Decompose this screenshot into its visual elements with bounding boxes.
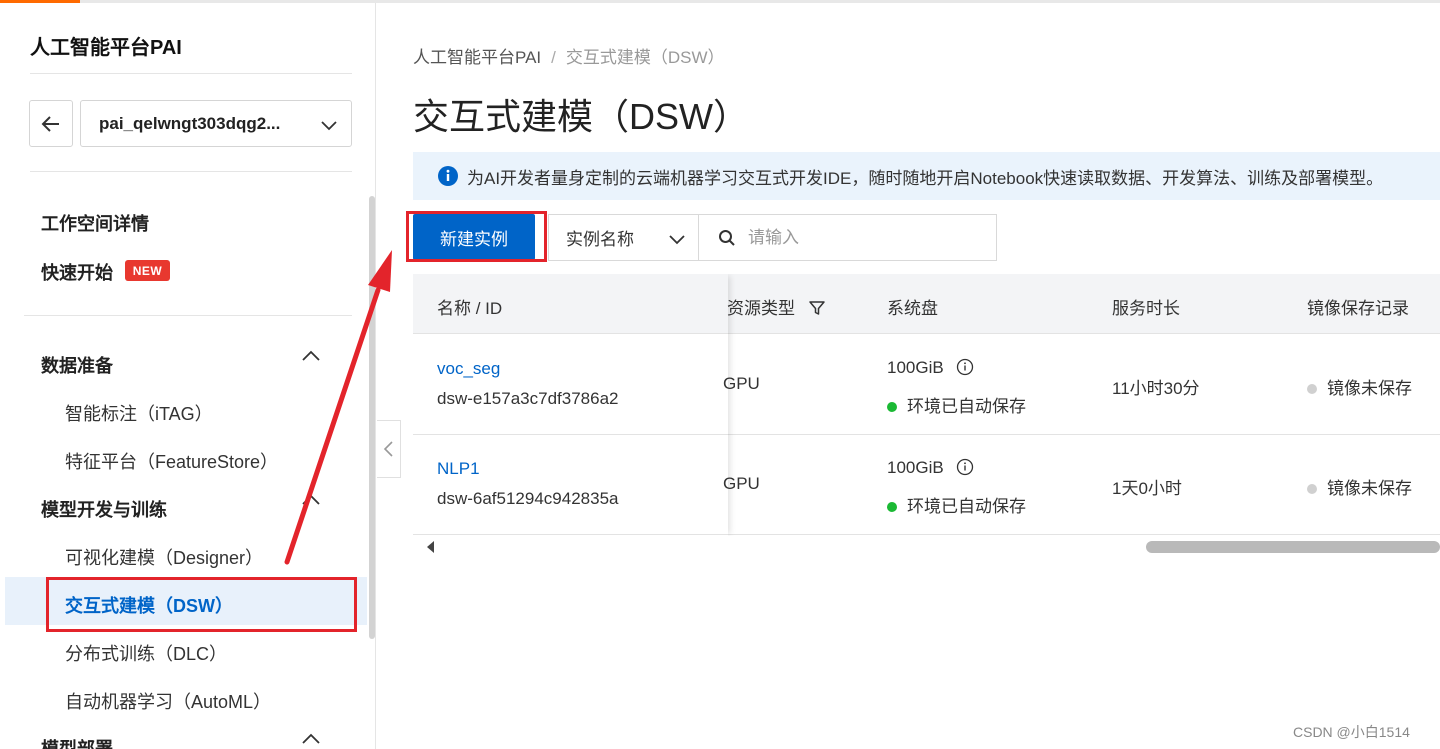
divider xyxy=(30,171,352,172)
arrow-left-icon xyxy=(41,115,59,132)
service-duration: 1天0小时 xyxy=(1112,479,1182,498)
page-title: 交互式建模（DSW） xyxy=(413,96,749,137)
scrollbar-thumb[interactable] xyxy=(1146,541,1440,553)
info-outline-icon[interactable] xyxy=(956,358,974,376)
disk-size-value: 100GiB xyxy=(887,358,944,377)
workspace-select[interactable]: pai_qelwngt303dqg2... xyxy=(80,100,352,147)
instance-id: dsw-e157a3c7df3786a2 xyxy=(437,389,619,408)
funnel-icon[interactable] xyxy=(808,299,826,317)
disk-size: 100GiB xyxy=(887,358,974,378)
disk-status: 环境已自动保存 xyxy=(887,492,1026,517)
breadcrumb-root[interactable]: 人工智能平台PAI xyxy=(413,48,541,67)
new-badge: NEW xyxy=(125,260,170,281)
annotation-box-dsw xyxy=(46,577,357,632)
status-dot-green xyxy=(887,501,897,512)
nav-group-model-dev[interactable]: 模型开发与训练 xyxy=(41,496,167,522)
chevron-up-icon[interactable] xyxy=(300,729,322,749)
search-icon xyxy=(719,229,735,246)
disk-size-value: 100GiB xyxy=(887,458,944,477)
sidebar-title: 人工智能平台PAI xyxy=(30,37,182,59)
image-status: 镜像未保存 xyxy=(1307,474,1412,499)
breadcrumb: 人工智能平台PAI / 交互式建模（DSW） xyxy=(413,43,725,68)
col-header-resource: 资源类型 xyxy=(727,294,826,319)
nav-item-featurestore[interactable]: 特征平台（FeatureStore） xyxy=(65,448,278,474)
nav-group-deploy[interactable]: 模型部署 xyxy=(41,735,113,749)
table-horizontal-scrollbar[interactable] xyxy=(413,537,1440,557)
image-status-text: 镜像未保存 xyxy=(1327,379,1412,398)
col-header-disk: 系统盘 xyxy=(887,299,938,318)
col-header-name: 名称 / ID xyxy=(437,299,503,318)
disk-size: 100GiB xyxy=(887,458,974,478)
scroll-left-arrow-icon[interactable] xyxy=(425,540,435,554)
status-dot-gray xyxy=(1307,383,1317,394)
chevron-down-icon xyxy=(669,235,685,245)
divider xyxy=(30,73,352,74)
nav-quick-start[interactable]: 快速开始 xyxy=(41,259,113,285)
resource-type: GPU xyxy=(723,474,760,493)
nav-item-designer[interactable]: 可视化建模（Designer） xyxy=(65,544,263,570)
watermark: CSDN @小白1514 xyxy=(1293,724,1410,740)
col-header-image: 镜像保存记录 xyxy=(1307,299,1409,318)
nav-item-automl[interactable]: 自动机器学习（AutoML） xyxy=(65,688,271,714)
info-banner: 为AI开发者量身定制的云端机器学习交互式开发IDE，随时随地开启Notebook… xyxy=(413,152,1440,200)
col-header-resource-label: 资源类型 xyxy=(727,299,795,318)
info-outline-icon[interactable] xyxy=(956,458,974,476)
info-icon xyxy=(438,166,458,186)
chevron-down-icon xyxy=(321,121,337,131)
table-row: NLP1 dsw-6af51294c942835a GPU 100GiB 环境已… xyxy=(413,435,1440,535)
search-box[interactable] xyxy=(698,214,997,261)
nav-workspace-detail[interactable]: 工作空间详情 xyxy=(41,210,149,236)
filter-field-select[interactable]: 实例名称 xyxy=(548,214,699,261)
image-status-text: 镜像未保存 xyxy=(1327,479,1412,498)
annotation-box-create xyxy=(406,211,547,262)
disk-status-text: 环境已自动保存 xyxy=(907,497,1026,516)
col-header-duration: 服务时长 xyxy=(1112,299,1180,318)
table-row: voc_seg dsw-e157a3c7df3786a2 GPU 100GiB … xyxy=(413,335,1440,435)
service-duration: 11小时30分 xyxy=(1112,379,1200,398)
chevron-up-icon[interactable] xyxy=(300,490,322,512)
disk-status-text: 环境已自动保存 xyxy=(907,397,1026,416)
chevron-left-icon xyxy=(383,441,393,457)
breadcrumb-separator: / xyxy=(551,48,556,67)
workspace-name: pai_qelwngt303dqg2... xyxy=(99,113,281,133)
sidebar: 人工智能平台PAI pai_qelwngt303dqg2... 工作空间详情 快… xyxy=(0,3,376,749)
instance-id: dsw-6af51294c942835a xyxy=(437,489,619,508)
breadcrumb-current: 交互式建模（DSW） xyxy=(565,48,725,67)
instance-table: 名称 / ID 资源类型 系统盘 服务时长 镜像保存记录 voc_seg dsw… xyxy=(413,274,1440,536)
info-text: 为AI开发者量身定制的云端机器学习交互式开发IDE，随时随地开启Notebook… xyxy=(467,168,1384,188)
nav-group-data-prep[interactable]: 数据准备 xyxy=(41,352,113,378)
search-input[interactable] xyxy=(748,227,968,248)
instance-name-link[interactable]: voc_seg xyxy=(437,359,500,379)
resource-type: GPU xyxy=(723,374,760,393)
disk-status: 环境已自动保存 xyxy=(887,392,1026,417)
status-dot-green xyxy=(887,401,897,412)
sidebar-collapse-button[interactable] xyxy=(377,420,401,478)
image-status: 镜像未保存 xyxy=(1307,374,1412,399)
back-button[interactable] xyxy=(29,100,73,147)
filter-selected: 实例名称 xyxy=(566,230,634,249)
nav-item-itag[interactable]: 智能标注（iTAG） xyxy=(65,400,213,426)
nav-item-dlc[interactable]: 分布式训练（DLC） xyxy=(65,640,227,666)
instance-name-link[interactable]: NLP1 xyxy=(437,459,480,479)
table-header: 名称 / ID 资源类型 系统盘 服务时长 镜像保存记录 xyxy=(413,274,1440,334)
chevron-up-icon[interactable] xyxy=(300,346,322,368)
sidebar-scrollbar[interactable] xyxy=(369,196,375,639)
status-dot-gray xyxy=(1307,483,1317,494)
divider xyxy=(24,315,352,316)
